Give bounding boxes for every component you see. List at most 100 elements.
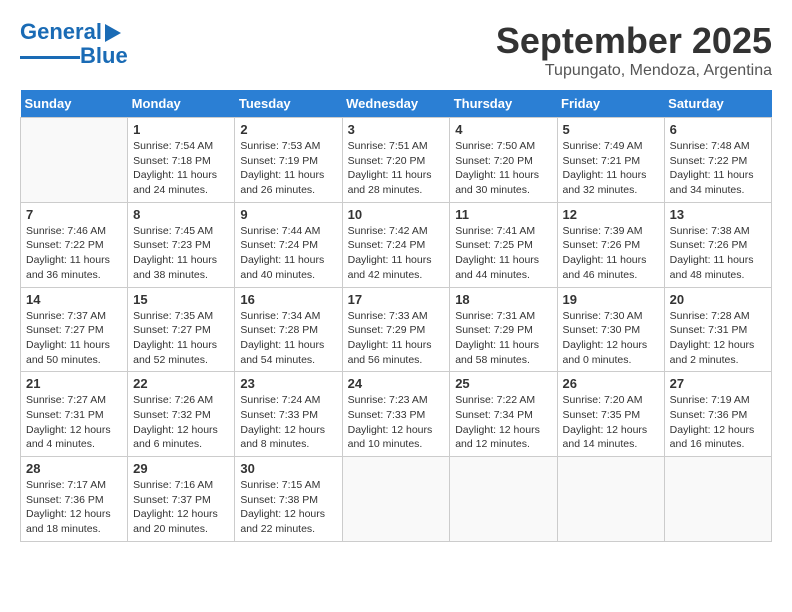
week-row-4: 21 Sunrise: 7:27 AMSunset: 7:31 PMDayligh… [21,372,772,457]
day-number: 27 [670,376,766,391]
calendar-cell [557,457,664,542]
day-info: Sunrise: 7:39 AMSunset: 7:26 PMDaylight:… [563,224,659,283]
day-info: Sunrise: 7:26 AMSunset: 7:32 PMDaylight:… [133,393,229,452]
day-number: 8 [133,207,229,222]
week-row-2: 7Sunrise: 7:46 AMSunset: 7:22 PMDaylight… [21,202,772,287]
header-wednesday: Wednesday [342,90,450,118]
calendar-cell: 2Sunrise: 7:53 AMSunset: 7:19 PMDaylight… [235,118,342,203]
day-number: 1 [133,122,229,137]
day-info: Sunrise: 7:19 AMSunset: 7:36 PMDaylight:… [670,393,766,452]
day-number: 17 [348,292,445,307]
calendar-cell: 4Sunrise: 7:50 AMSunset: 7:20 PMDaylight… [450,118,557,203]
week-row-3: 14 Sunrise: 7:37 AMSunset: 7:27 PMDayligh… [21,287,772,372]
day-info: Sunrise: 7:27 AMSunset: 7:31 PMDaylight:… [26,393,122,452]
calendar-cell: 25 Sunrise: 7:22 AMSunset: 7:34 PMDayligh… [450,372,557,457]
day-info: Sunrise: 7:54 AMSunset: 7:18 PMDaylight:… [133,139,229,198]
calendar-cell: 21 Sunrise: 7:27 AMSunset: 7:31 PMDayligh… [21,372,128,457]
calendar-cell: 11 Sunrise: 7:41 AMSunset: 7:25 PMDayligh… [450,202,557,287]
day-info: Sunrise: 7:17 AMSunset: 7:36 PMDaylight:… [26,478,122,537]
day-info: Sunrise: 7:37 AMSunset: 7:27 PMDaylight:… [26,309,122,368]
calendar-cell: 18Sunrise: 7:31 AMSunset: 7:29 PMDayligh… [450,287,557,372]
calendar-cell: 8 Sunrise: 7:45 AMSunset: 7:23 PMDaylight… [128,202,235,287]
calendar-cell: 27 Sunrise: 7:19 AMSunset: 7:36 PMDayligh… [664,372,771,457]
day-info: Sunrise: 7:33 AMSunset: 7:29 PMDaylight:… [348,309,445,368]
day-number: 6 [670,122,766,137]
calendar-cell: 29 Sunrise: 7:16 AMSunset: 7:37 PMDayligh… [128,457,235,542]
day-info: Sunrise: 7:28 AMSunset: 7:31 PMDaylight:… [670,309,766,368]
calendar-cell: 5 Sunrise: 7:49 AMSunset: 7:21 PMDaylight… [557,118,664,203]
day-info: Sunrise: 7:51 AMSunset: 7:20 PMDaylight:… [348,139,445,198]
page-header: General Blue September 2025 Tupungato, M… [20,20,772,80]
day-number: 14 [26,292,122,307]
calendar-cell: 13 Sunrise: 7:38 AMSunset: 7:26 PMDayligh… [664,202,771,287]
calendar-cell: 22 Sunrise: 7:26 AMSunset: 7:32 PMDayligh… [128,372,235,457]
day-info: Sunrise: 7:38 AMSunset: 7:26 PMDaylight:… [670,224,766,283]
calendar-cell: 9 Sunrise: 7:44 AMSunset: 7:24 PMDaylight… [235,202,342,287]
calendar-body: 1 Sunrise: 7:54 AMSunset: 7:18 PMDaylight… [21,118,772,542]
calendar-cell: 20Sunrise: 7:28 AMSunset: 7:31 PMDayligh… [664,287,771,372]
header-sunday: Sunday [21,90,128,118]
day-info: Sunrise: 7:22 AMSunset: 7:34 PMDaylight:… [455,393,551,452]
day-number: 10 [348,207,445,222]
day-info: Sunrise: 7:42 AMSunset: 7:24 PMDaylight:… [348,224,445,283]
day-info: Sunrise: 7:16 AMSunset: 7:37 PMDaylight:… [133,478,229,537]
day-number: 19 [563,292,659,307]
day-number: 28 [26,461,122,476]
day-info: Sunrise: 7:24 AMSunset: 7:33 PMDaylight:… [240,393,336,452]
logo: General Blue [20,20,128,68]
day-number: 22 [133,376,229,391]
header-tuesday: Tuesday [235,90,342,118]
calendar-cell: 30Sunrise: 7:15 AMSunset: 7:38 PMDayligh… [235,457,342,542]
day-info: Sunrise: 7:45 AMSunset: 7:23 PMDaylight:… [133,224,229,283]
day-info: Sunrise: 7:41 AMSunset: 7:25 PMDaylight:… [455,224,551,283]
day-info: Sunrise: 7:34 AMSunset: 7:28 PMDaylight:… [240,309,336,368]
day-info: Sunrise: 7:20 AMSunset: 7:35 PMDaylight:… [563,393,659,452]
day-info: Sunrise: 7:30 AMSunset: 7:30 PMDaylight:… [563,309,659,368]
calendar-cell [342,457,450,542]
day-number: 16 [240,292,336,307]
day-number: 25 [455,376,551,391]
day-info: Sunrise: 7:49 AMSunset: 7:21 PMDaylight:… [563,139,659,198]
day-info: Sunrise: 7:50 AMSunset: 7:20 PMDaylight:… [455,139,551,198]
calendar-cell [450,457,557,542]
day-number: 9 [240,207,336,222]
logo-underline [20,56,80,59]
day-info: Sunrise: 7:48 AMSunset: 7:22 PMDaylight:… [670,139,766,198]
month-title: September 2025 [496,20,772,62]
day-number: 26 [563,376,659,391]
calendar-cell: 3 Sunrise: 7:51 AMSunset: 7:20 PMDaylight… [342,118,450,203]
day-number: 29 [133,461,229,476]
day-info: Sunrise: 7:44 AMSunset: 7:24 PMDaylight:… [240,224,336,283]
day-number: 5 [563,122,659,137]
calendar-cell: 17 Sunrise: 7:33 AMSunset: 7:29 PMDayligh… [342,287,450,372]
day-number: 7 [26,207,122,222]
calendar-cell: 24 Sunrise: 7:23 AMSunset: 7:33 PMDayligh… [342,372,450,457]
header-saturday: Saturday [664,90,771,118]
day-number: 23 [240,376,336,391]
calendar-cell: 16 Sunrise: 7:34 AMSunset: 7:28 PMDayligh… [235,287,342,372]
day-info: Sunrise: 7:35 AMSunset: 7:27 PMDaylight:… [133,309,229,368]
calendar-cell: 23 Sunrise: 7:24 AMSunset: 7:33 PMDayligh… [235,372,342,457]
calendar-cell: 28 Sunrise: 7:17 AMSunset: 7:36 PMDayligh… [21,457,128,542]
day-number: 11 [455,207,551,222]
header-monday: Monday [128,90,235,118]
calendar-cell: 6 Sunrise: 7:48 AMSunset: 7:22 PMDaylight… [664,118,771,203]
day-number: 30 [240,461,336,476]
calendar-header-row: SundayMondayTuesdayWednesdayThursdayFrid… [21,90,772,118]
calendar-cell: 1 Sunrise: 7:54 AMSunset: 7:18 PMDaylight… [128,118,235,203]
logo-blue: Blue [80,44,128,68]
day-info: Sunrise: 7:23 AMSunset: 7:33 PMDaylight:… [348,393,445,452]
calendar-table: SundayMondayTuesdayWednesdayThursdayFrid… [20,90,772,542]
day-number: 21 [26,376,122,391]
calendar-cell: 15Sunrise: 7:35 AMSunset: 7:27 PMDayligh… [128,287,235,372]
week-row-1: 1 Sunrise: 7:54 AMSunset: 7:18 PMDaylight… [21,118,772,203]
title-section: September 2025 Tupungato, Mendoza, Argen… [496,20,772,80]
calendar-cell: 14 Sunrise: 7:37 AMSunset: 7:27 PMDayligh… [21,287,128,372]
day-number: 3 [348,122,445,137]
calendar-cell [664,457,771,542]
calendar-cell: 19 Sunrise: 7:30 AMSunset: 7:30 PMDayligh… [557,287,664,372]
day-number: 13 [670,207,766,222]
day-number: 24 [348,376,445,391]
day-number: 18 [455,292,551,307]
calendar-cell: 10 Sunrise: 7:42 AMSunset: 7:24 PMDayligh… [342,202,450,287]
